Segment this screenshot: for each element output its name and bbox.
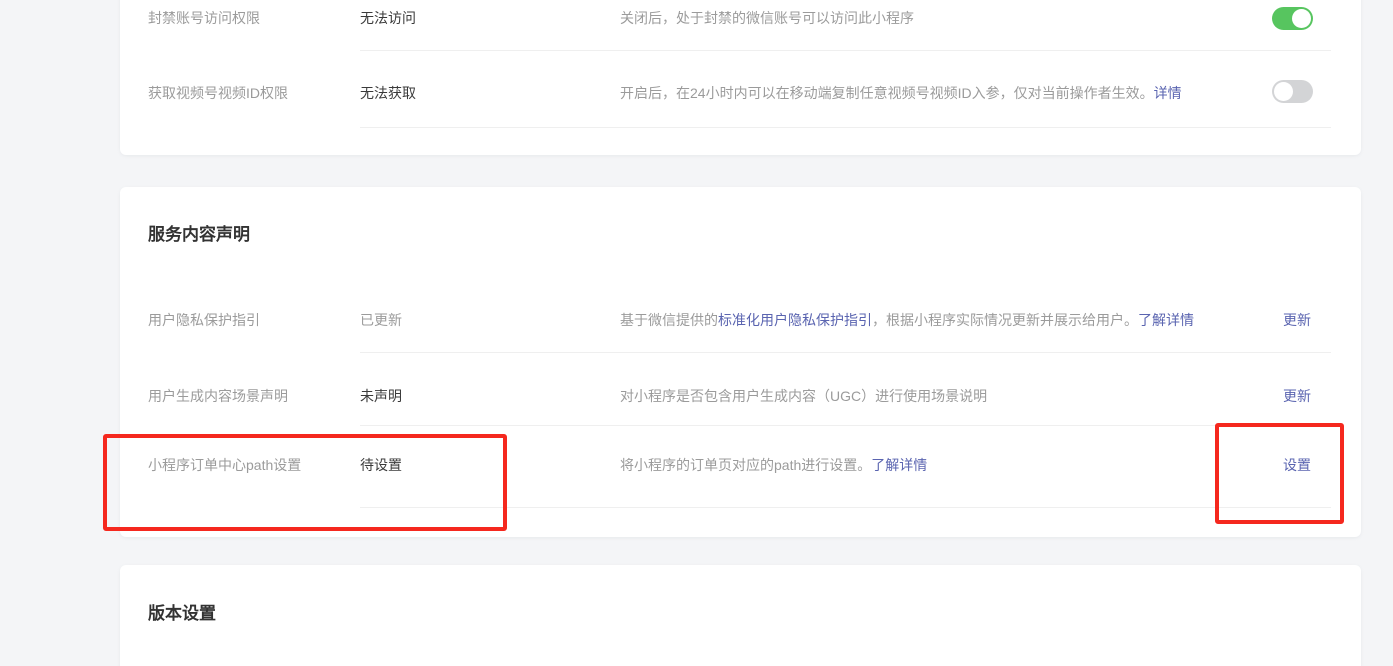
update-privacy-button[interactable]: 更新 [1283, 312, 1311, 328]
row-divider [360, 50, 1331, 51]
row-video-id-label: 获取视频号视频ID权限 [148, 83, 353, 103]
permissions-card: 封禁账号访问权限 无法访问 关闭后，处于封禁的微信账号可以访问此小程序 获取视频… [120, 0, 1361, 155]
row-privacy-desc: 基于微信提供的标准化用户隐私保护指引，根据小程序实际情况更新并展示给用户。了解详… [620, 310, 1280, 330]
service-declaration-title: 服务内容声明 [148, 220, 250, 245]
version-settings-card: 版本设置 [120, 565, 1361, 666]
row-privacy-value: 已更新 [360, 310, 510, 330]
toggle-knob [1292, 9, 1311, 28]
settings-page: 封禁账号访问权限 无法访问 关闭后，处于封禁的微信账号可以访问此小程序 获取视频… [0, 0, 1393, 666]
row-divider [360, 507, 1331, 508]
learn-more-link[interactable]: 了解详情 [1138, 312, 1194, 328]
row-banned-account-value: 无法访问 [360, 8, 510, 28]
row-divider [360, 352, 1331, 353]
update-ugc-button[interactable]: 更新 [1283, 388, 1311, 404]
toggle-knob [1274, 82, 1293, 101]
row-ugc-label: 用户生成内容场景声明 [148, 386, 353, 406]
service-declaration-card: 服务内容声明 用户隐私保护指引 已更新 基于微信提供的标准化用户隐私保护指引，根… [120, 187, 1361, 537]
standard-privacy-guideline-link[interactable]: 标准化用户隐私保护指引 [718, 312, 872, 328]
desc-text: ，根据小程序实际情况更新并展示给用户。 [872, 312, 1138, 328]
banned-account-toggle[interactable] [1272, 7, 1313, 30]
learn-more-link[interactable]: 了解详情 [871, 457, 927, 473]
version-settings-title: 版本设置 [148, 599, 216, 624]
row-ugc-action: 更新 [1283, 386, 1343, 406]
row-privacy-label: 用户隐私保护指引 [148, 310, 353, 330]
row-ugc-value: 未声明 [360, 386, 510, 406]
row-order-path-value: 待设置 [360, 455, 510, 475]
video-id-toggle[interactable] [1272, 80, 1313, 103]
details-link[interactable]: 详情 [1154, 85, 1182, 101]
desc-text: 开启后，在24小时内可以在移动端复制任意视频号视频ID入参，仅对当前操作者生效。 [620, 85, 1154, 101]
row-order-path-desc: 将小程序的订单页对应的path进行设置。了解详情 [620, 455, 1280, 475]
set-order-path-button[interactable]: 设置 [1283, 457, 1311, 473]
row-divider [360, 425, 1331, 426]
row-video-id-value: 无法获取 [360, 83, 510, 103]
row-video-id-desc: 开启后，在24小时内可以在移动端复制任意视频号视频ID入参，仅对当前操作者生效。… [620, 83, 1280, 103]
row-ugc-desc: 对小程序是否包含用户生成内容（UGC）进行使用场景说明 [620, 386, 1280, 406]
desc-text: 将小程序的订单页对应的path进行设置。 [620, 457, 871, 473]
row-order-path-label: 小程序订单中心path设置 [148, 455, 353, 475]
desc-text: 基于微信提供的 [620, 312, 718, 328]
row-order-path-action: 设置 [1283, 455, 1343, 475]
row-banned-account-desc: 关闭后，处于封禁的微信账号可以访问此小程序 [620, 8, 1280, 28]
row-banned-account-label: 封禁账号访问权限 [148, 8, 353, 28]
row-divider [360, 127, 1331, 128]
row-privacy-action: 更新 [1283, 310, 1343, 330]
